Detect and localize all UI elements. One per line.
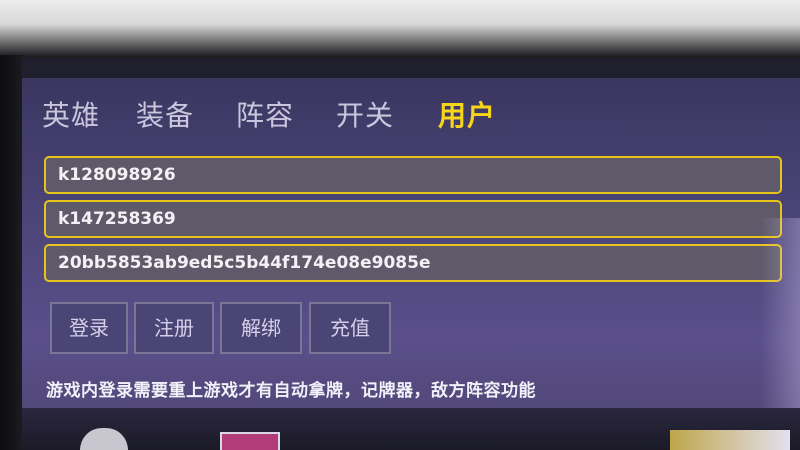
- screen-top-band: [22, 58, 800, 80]
- unbind-button[interactable]: 解绑: [220, 302, 302, 354]
- game-item-icon: [80, 428, 128, 450]
- tab-equipment[interactable]: 装备: [136, 94, 194, 134]
- key-field[interactable]: 20bb5853ab9ed5c5b44f174e08e9085e: [44, 244, 782, 282]
- bottom-strip: [22, 408, 800, 450]
- recharge-button[interactable]: 充值: [309, 302, 391, 354]
- login-hint-text: 游戏内登录需要重上游戏才有自动拿牌，记牌器，敌方阵容功能: [46, 381, 536, 401]
- password-field[interactable]: k147258369: [44, 200, 782, 238]
- monitor-bezel-left: [0, 55, 24, 450]
- app-panel: 英雄 装备 阵容 开关 用户 k128098926 k147258369 20b…: [22, 78, 800, 450]
- game-item-icon: [670, 430, 790, 450]
- tab-switches[interactable]: 开关: [336, 94, 394, 134]
- tab-user[interactable]: 用户: [438, 94, 496, 134]
- register-button[interactable]: 注册: [134, 302, 214, 354]
- game-item-icon: [220, 432, 280, 450]
- tab-heroes[interactable]: 英雄: [42, 94, 100, 134]
- monitor-bezel-top: [0, 0, 800, 60]
- tab-lineup[interactable]: 阵容: [236, 94, 294, 134]
- username-field[interactable]: k128098926: [44, 156, 782, 194]
- login-button[interactable]: 登录: [50, 302, 128, 354]
